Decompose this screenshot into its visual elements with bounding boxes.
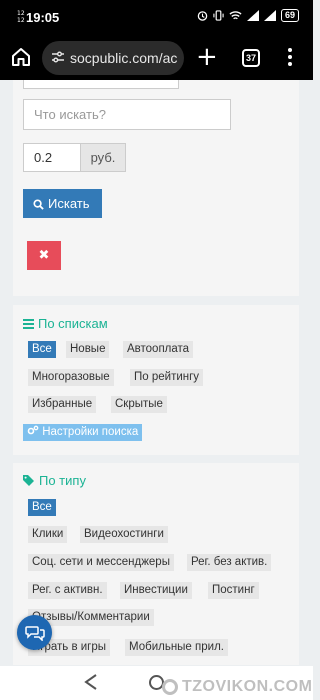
search-settings-button[interactable]: Настройки поиска: [23, 424, 143, 441]
vibrate-icon: [213, 10, 224, 21]
list-tag[interactable]: Скрытые: [111, 396, 167, 413]
list-tag[interactable]: Автооплата: [123, 341, 194, 358]
list-tag[interactable]: По рейтингу: [130, 369, 204, 386]
url-text: socpublic.com/ac: [70, 50, 178, 66]
type-tag[interactable]: Рег. без актив.: [187, 554, 272, 571]
tabs-icon[interactable]: 37: [242, 49, 260, 67]
signal-icon-2: [263, 10, 276, 21]
search-button[interactable]: Искать: [23, 189, 102, 218]
type-tag[interactable]: Видеохостинги: [80, 526, 168, 543]
search-settings-label: Настройки поиска: [42, 426, 139, 438]
clear-button[interactable]: ✖: [27, 241, 61, 270]
lists-section-title: По спискам: [23, 316, 108, 331]
type-tag[interactable]: Инвестиции: [120, 582, 192, 599]
bars-icon: [23, 318, 34, 329]
type-tag[interactable]: Все: [28, 499, 56, 516]
type-tag[interactable]: Клики: [28, 526, 68, 543]
wifi-icon: [229, 11, 242, 20]
overflow-menu-icon[interactable]: [288, 48, 292, 68]
cogs-icon: [27, 425, 39, 435]
type-tag[interactable]: Рег. с активн.: [28, 582, 107, 599]
browser-toolbar: socpublic.com/ac + 37: [0, 36, 313, 80]
lists-title-text: По спискам: [38, 316, 108, 331]
type-tag[interactable]: Постинг: [208, 582, 259, 599]
chat-icon: [24, 626, 45, 641]
list-tag[interactable]: Все: [28, 341, 56, 358]
search-input[interactable]: [23, 99, 231, 130]
type-section-title: По типу: [23, 473, 86, 488]
signal-icon: [246, 10, 259, 21]
search-button-label: Искать: [48, 196, 90, 211]
chat-button[interactable]: [17, 615, 52, 650]
battery-icon: 69: [280, 9, 299, 22]
home-icon[interactable]: [9, 45, 33, 69]
currency-addon: руб.: [81, 143, 126, 172]
watermark-text: TZOVIKON.COM: [182, 678, 313, 695]
type-tag[interactable]: Соц. сети и мессенджеры: [28, 554, 174, 571]
type-title-text: По типу: [39, 473, 86, 488]
type-tag[interactable]: Мобильные прил.: [125, 639, 228, 656]
tags-icon: [23, 475, 34, 486]
alarm-icon: [197, 11, 208, 21]
truncated-field[interactable]: [23, 80, 179, 89]
clock: 19:05: [26, 10, 60, 25]
list-tag[interactable]: Многоразовые: [28, 369, 114, 386]
tune-icon[interactable]: [51, 50, 65, 64]
sim-indicator: 12 12: [17, 10, 25, 24]
status-bar: 12 12 19:05 69: [0, 0, 313, 36]
watermark-logo-icon: [162, 679, 178, 695]
address-bar[interactable]: socpublic.com/ac: [42, 41, 184, 75]
status-icons: 69: [197, 9, 299, 22]
list-tag[interactable]: Избранные: [28, 396, 97, 413]
search-icon: [33, 199, 44, 210]
back-icon[interactable]: [84, 674, 98, 690]
list-tag[interactable]: Новые: [66, 341, 110, 358]
watermark: TZOVIKON.COM: [162, 678, 312, 696]
price-input[interactable]: [23, 143, 81, 172]
plus-icon[interactable]: +: [196, 43, 218, 71]
